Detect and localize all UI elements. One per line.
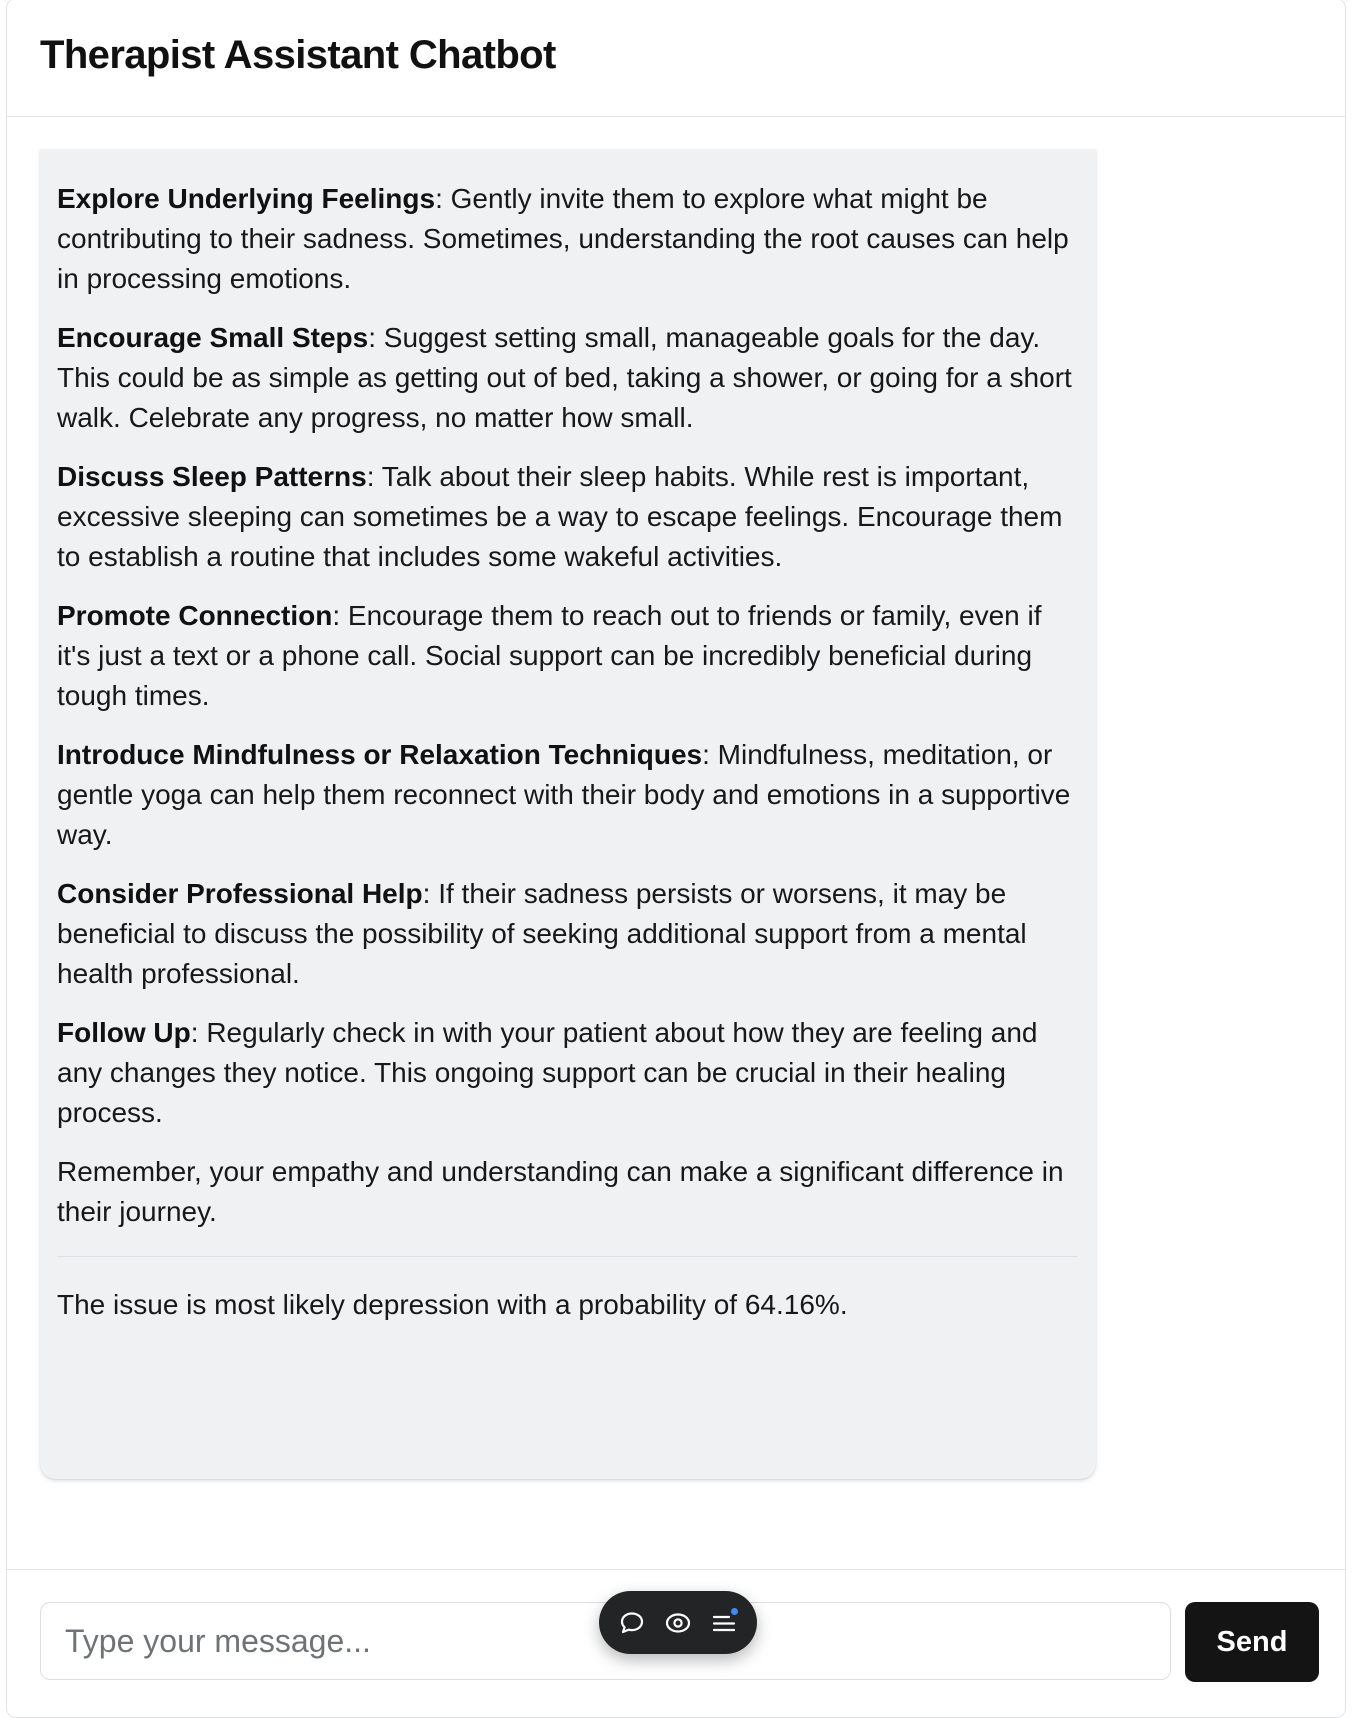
advice-item: Explore Underlying Feelings: Gently invi… xyxy=(57,179,1081,299)
advice-item: Discuss Sleep Patterns: Talk about their… xyxy=(57,457,1081,577)
chat-bubble-icon[interactable] xyxy=(616,1607,648,1639)
advice-text: : Regularly check in with your patient a… xyxy=(57,1017,1038,1128)
advice-heading: Introduce Mindfulness or Relaxation Tech… xyxy=(57,739,703,770)
advice-item: Introduce Mindfulness or Relaxation Tech… xyxy=(57,735,1081,855)
advice-heading: Consider Professional Help xyxy=(57,878,423,909)
chat-window: Therapist Assistant Chatbot Explore Unde… xyxy=(6,0,1346,1718)
advice-heading: Explore Underlying Feelings xyxy=(57,183,436,214)
advice-heading: Discuss Sleep Patterns xyxy=(57,461,367,492)
advice-item: Consider Professional Help: If their sad… xyxy=(57,874,1081,994)
closing-text: Remember, your empathy and understanding… xyxy=(57,1156,1064,1227)
advice-heading: Encourage Small Steps xyxy=(57,322,369,353)
floating-toolbar xyxy=(599,1591,757,1654)
page-title: Therapist Assistant Chatbot xyxy=(40,33,556,77)
prediction-text: The issue is most likely depression with… xyxy=(57,1289,848,1320)
list-icon[interactable] xyxy=(708,1607,740,1639)
advice-item: Follow Up: Regularly check in with your … xyxy=(57,1013,1081,1133)
divider xyxy=(57,1256,1078,1257)
advice-heading: Follow Up xyxy=(57,1017,191,1048)
advice-item: Promote Connection: Encourage them to re… xyxy=(57,596,1081,716)
header: Therapist Assistant Chatbot xyxy=(7,0,1345,117)
advice-item: Encourage Small Steps: Suggest setting s… xyxy=(57,318,1081,438)
eye-icon[interactable] xyxy=(662,1607,694,1639)
notification-dot xyxy=(731,1607,738,1615)
assistant-message: Explore Underlying Feelings: Gently invi… xyxy=(40,149,1096,1479)
advice-heading: Promote Connection xyxy=(57,600,333,631)
send-button[interactable]: Send xyxy=(1185,1602,1319,1682)
message-list[interactable]: Explore Underlying Feelings: Gently invi… xyxy=(7,117,1345,1569)
